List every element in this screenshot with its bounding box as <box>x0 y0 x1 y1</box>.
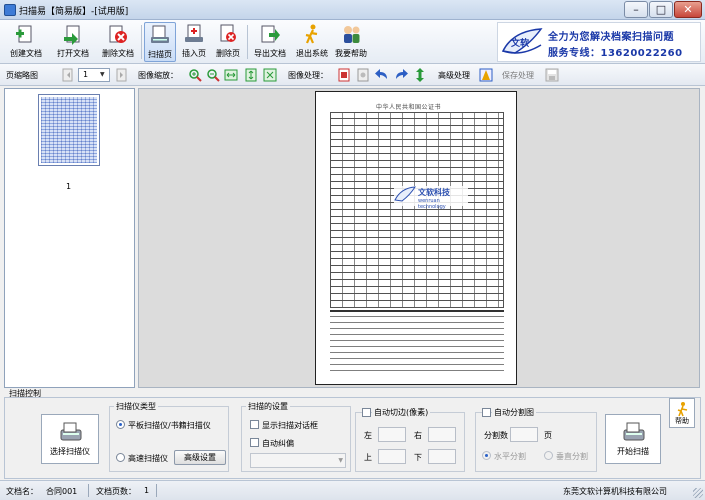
advanced-process-icon[interactable] <box>478 67 494 83</box>
maximize-button[interactable]: □ <box>649 1 673 18</box>
document-table <box>330 112 504 308</box>
service-banner: 文软 全力为您解决档案扫描问题 服务专线：13620022260 <box>497 22 701 62</box>
document-viewer[interactable]: 中华人民共和国公证书 文软科技 wenruan technology <box>138 88 700 388</box>
rotate-left-icon[interactable] <box>374 67 390 83</box>
scan-page-icon <box>149 24 171 46</box>
open-doc-button[interactable]: 打开文档 <box>52 22 94 62</box>
toolbar-separator <box>247 25 248 59</box>
save-process-label[interactable]: 保存处理 <box>502 70 534 81</box>
rotate-right-icon[interactable] <box>393 67 409 83</box>
export-doc-icon <box>259 23 281 45</box>
document-rule <box>330 310 504 312</box>
advanced-process-label[interactable]: 高级处理 <box>438 70 470 81</box>
exit-button[interactable]: 退出系统 <box>294 22 330 62</box>
minimize-button[interactable]: – <box>624 1 648 18</box>
resize-grip[interactable] <box>693 488 703 498</box>
margin-right-field[interactable] <box>428 427 456 442</box>
prev-page-icon[interactable] <box>60 67 76 83</box>
deskew-icon[interactable] <box>355 67 371 83</box>
margin-top-field[interactable] <box>378 449 406 464</box>
app-icon <box>4 4 16 16</box>
page-count-label: 文档页数： <box>96 487 136 496</box>
window-title: 扫描易【简易版】-[试用版] <box>19 7 129 17</box>
auto-split-group: 自动分割图 分割数 页 水平分割 垂直分割 <box>475 407 597 472</box>
horizontal-split-radio[interactable] <box>482 451 491 460</box>
create-doc-button[interactable]: 创建文档 <box>6 22 46 62</box>
scanned-page-image: 中华人民共和国公证书 文软科技 wenruan technology <box>315 91 517 385</box>
auto-margin-checkbox[interactable] <box>362 408 371 417</box>
margin-bottom-field[interactable] <box>428 449 456 464</box>
scan-settings-group: 扫描的设置 显示扫描对话框 自动纠偏 ▼ <box>241 401 351 472</box>
create-doc-icon <box>15 23 37 45</box>
delete-page-icon <box>217 23 239 45</box>
delete-doc-icon <box>107 23 129 45</box>
crop-icon[interactable] <box>336 67 352 83</box>
delete-page-button[interactable]: 删除页 <box>212 22 244 62</box>
scanner-icon <box>622 421 646 446</box>
zoom-in-icon[interactable] <box>187 67 203 83</box>
save-process-icon[interactable] <box>544 67 560 83</box>
export-doc-button[interactable]: 导出文档 <box>250 22 290 62</box>
delete-doc-button[interactable]: 删除文档 <box>98 22 138 62</box>
advanced-settings-button[interactable]: 高级设置 <box>174 450 226 465</box>
status-separator <box>156 484 157 497</box>
vertical-split-radio[interactable] <box>544 451 553 460</box>
page-thumbnail[interactable] <box>38 94 100 166</box>
company-name: 东莞文软计算机科技有限公司 <box>563 487 667 496</box>
margin-left-field[interactable] <box>378 427 406 442</box>
deskew-mode-combo[interactable]: ▼ <box>250 453 346 468</box>
svg-text:文软: 文软 <box>510 37 530 49</box>
document-title: 中华人民共和国公证书 <box>376 104 442 111</box>
close-button[interactable]: ✕ <box>674 1 702 18</box>
open-doc-icon <box>62 23 84 45</box>
banner-hotline: 服务专线：13620022260 <box>548 48 683 59</box>
doc-name-value: 合同001 <box>46 487 78 496</box>
chevron-down-icon: ▼ <box>100 71 105 78</box>
toolbar-separator <box>141 25 142 59</box>
banner-slogan: 全力为您解决档案扫描问题 <box>548 32 674 43</box>
next-page-icon[interactable] <box>114 67 130 83</box>
help-button[interactable]: 帮助 <box>669 398 695 428</box>
title-bar: 扫描易【简易版】-[试用版] – □ ✕ <box>0 0 705 20</box>
exit-icon <box>301 23 323 45</box>
image-operation-bar: 页缩略图 1 ▼ 图像缩放： 图像处理： 高级处理 保存处理 <box>0 64 705 86</box>
wenruan-logo-icon: 文软 <box>501 27 543 59</box>
image-process-label: 图像处理： <box>288 71 328 80</box>
flip-vertical-icon[interactable] <box>412 67 428 83</box>
status-bar: 文档名： 合同001 文档页数： 1 东莞文软计算机科技有限公司 <box>0 480 705 500</box>
select-scanner-button[interactable]: 选择扫描仪 <box>41 414 99 464</box>
insert-page-button[interactable]: 插入页 <box>178 22 210 62</box>
auto-deskew-checkbox[interactable] <box>250 438 259 447</box>
thumbnail-number: 1 <box>66 182 72 191</box>
scan-control-panel: 选择扫描仪 扫描仪类型 平板扫描仪/书籍扫描仪 高速扫描仪 高级设置 扫描的设置… <box>4 397 701 479</box>
highspeed-scanner-radio[interactable] <box>116 453 125 462</box>
start-scan-button[interactable]: 开始扫描 <box>605 414 661 464</box>
fit-width-icon[interactable] <box>223 67 239 83</box>
auto-split-checkbox[interactable] <box>482 408 491 417</box>
chevron-down-icon: ▼ <box>338 457 343 464</box>
auto-margin-group: 自动切边(像素) 左 右 上 下 <box>355 407 465 472</box>
thumbnail-label: 页缩略图 <box>6 71 38 80</box>
flatbed-scanner-radio[interactable] <box>116 420 125 429</box>
scanner-icon <box>59 421 83 446</box>
scanner-type-group: 扫描仪类型 平板扫描仪/书籍扫描仪 高速扫描仪 高级设置 <box>109 401 229 472</box>
help-toolbar-button[interactable]: 我要帮助 <box>332 22 370 62</box>
scan-page-button[interactable]: 扫描页 <box>144 22 176 62</box>
fit-height-icon[interactable] <box>243 67 259 83</box>
page-count-value: 1 <box>144 486 150 495</box>
doc-name-label: 文档名： <box>6 487 38 496</box>
zoom-label: 图像缩放： <box>138 71 178 80</box>
document-watermark: 文软科技 wenruan technology <box>394 186 468 210</box>
thumbnail-panel[interactable]: 1 <box>4 88 135 388</box>
document-footer-text <box>330 316 504 376</box>
status-separator <box>88 484 89 497</box>
zoom-out-icon[interactable] <box>205 67 221 83</box>
page-selector[interactable]: 1 ▼ <box>78 68 110 82</box>
split-count-field[interactable] <box>510 427 538 442</box>
watermark-logo-icon <box>394 186 416 204</box>
insert-page-icon <box>183 23 205 45</box>
actual-size-icon[interactable] <box>262 67 278 83</box>
show-dialog-checkbox[interactable] <box>250 420 259 429</box>
help-icon <box>340 23 362 45</box>
